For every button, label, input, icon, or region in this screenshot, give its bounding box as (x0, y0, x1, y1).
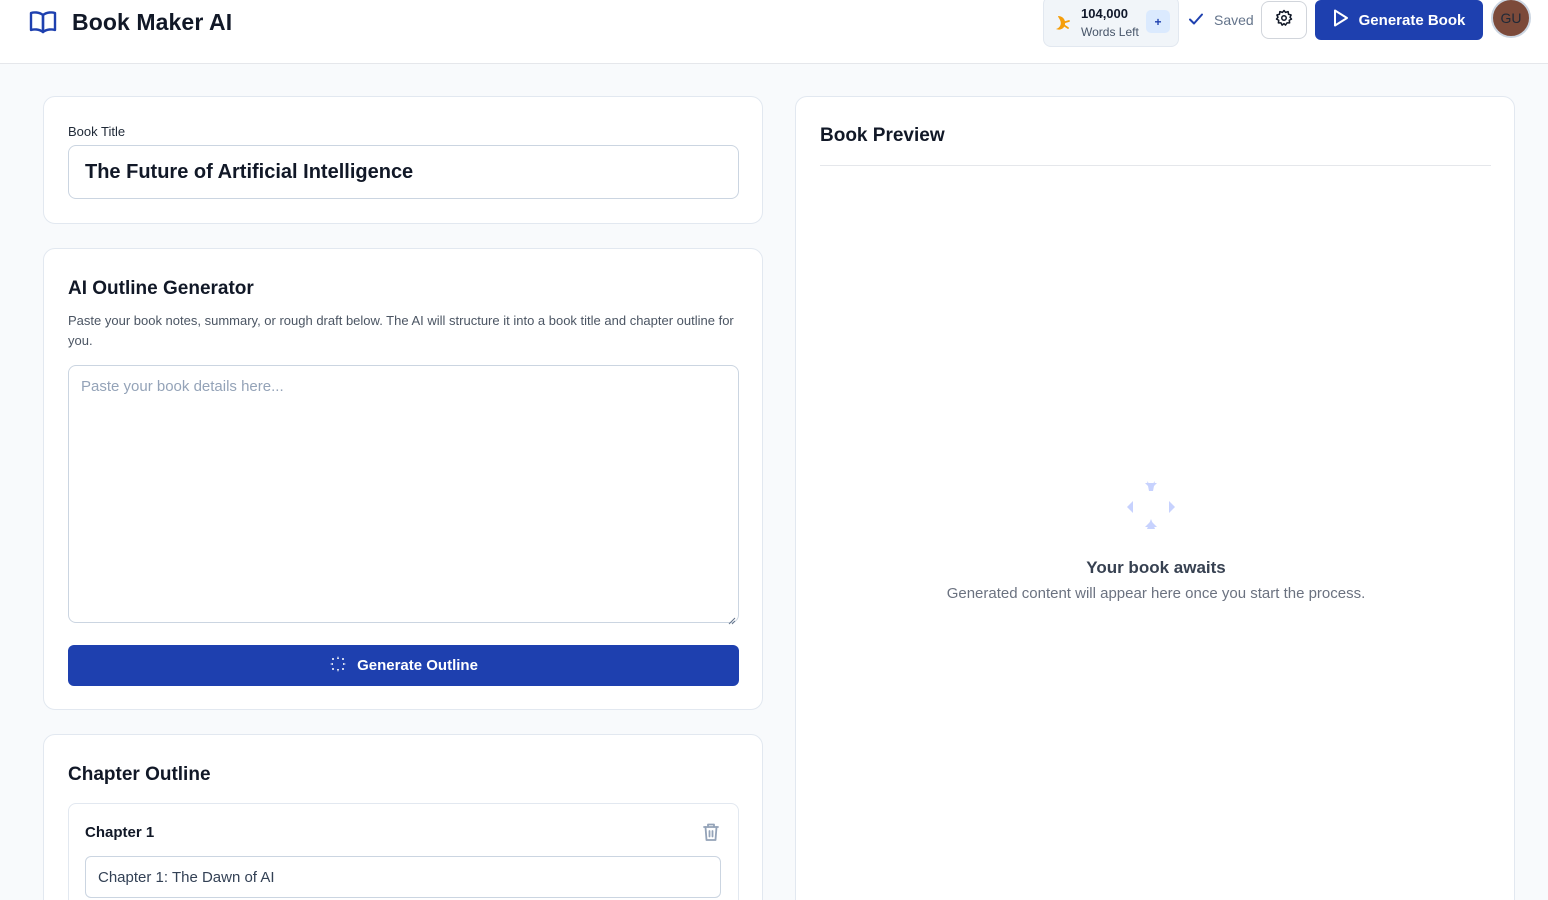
chapter-outline-card: Chapter Outline Chapter 1 Chapter 1: The… (43, 734, 763, 900)
outline-generator-title: AI Outline Generator (68, 278, 254, 299)
gear-icon (1275, 9, 1293, 32)
book-preview-card: Book Preview Your book awaits Generated … (795, 96, 1515, 900)
settings-button[interactable] (1261, 1, 1307, 39)
sparkle-icon (329, 655, 347, 677)
moon-icon (1052, 13, 1072, 33)
textarea-placeholder: Paste your book details here... (81, 378, 284, 395)
book-title-card: Book Title The Future of Artificial Inte… (43, 96, 763, 224)
book-title-input[interactable]: The Future of Artificial Intelligence (68, 145, 739, 199)
brand[interactable]: Book Maker AI (28, 4, 232, 40)
save-status: Saved (1188, 10, 1254, 30)
generate-book-label: Generate Book (1358, 11, 1466, 29)
chapter-label: Chapter 1 (85, 824, 155, 841)
credits-label: Words Left (1081, 25, 1139, 39)
top-bar: Book Maker AI 104,000 Words Left + Saved (0, 0, 1548, 64)
open-book-icon (28, 7, 58, 37)
chapter-item: Chapter 1 Chapter 1: The Dawn of AI (68, 803, 739, 900)
empty-state-subtitle: Generated content will appear here once … (946, 585, 1366, 602)
book-preview-title: Book Preview (820, 125, 945, 146)
trash-icon[interactable] (702, 822, 720, 842)
add-credits-button[interactable]: + (1146, 10, 1170, 33)
book-details-textarea[interactable]: Paste your book details here... (68, 365, 739, 625)
divider (820, 165, 1491, 166)
chapter-title-input[interactable]: Chapter 1: The Dawn of AI (85, 856, 721, 898)
outline-generator-description: Paste your book notes, summary, or rough… (68, 313, 734, 348)
chapter-outline-title: Chapter Outline (68, 764, 211, 785)
check-icon (1188, 11, 1204, 30)
outline-generator-card: AI Outline Generator Paste your book not… (43, 248, 763, 710)
word-credits: 104,000 Words Left + (1043, 0, 1179, 47)
generate-outline-button[interactable]: Generate Outline (68, 645, 739, 686)
book-title-label: Book Title (68, 124, 126, 139)
generate-outline-label: Generate Outline (357, 657, 478, 674)
app-title: Book Maker AI (72, 8, 233, 35)
user-avatar[interactable]: GU (1491, 0, 1531, 38)
resize-handle[interactable] (728, 612, 736, 625)
generate-book-button[interactable]: Generate Book (1315, 0, 1483, 40)
credits-value: 104,000 (1081, 6, 1128, 21)
empty-state-title: Your book awaits (1086, 558, 1226, 577)
play-icon (1333, 9, 1349, 31)
save-status-text: Saved (1214, 12, 1254, 28)
sparkle-icon (1123, 477, 1179, 533)
